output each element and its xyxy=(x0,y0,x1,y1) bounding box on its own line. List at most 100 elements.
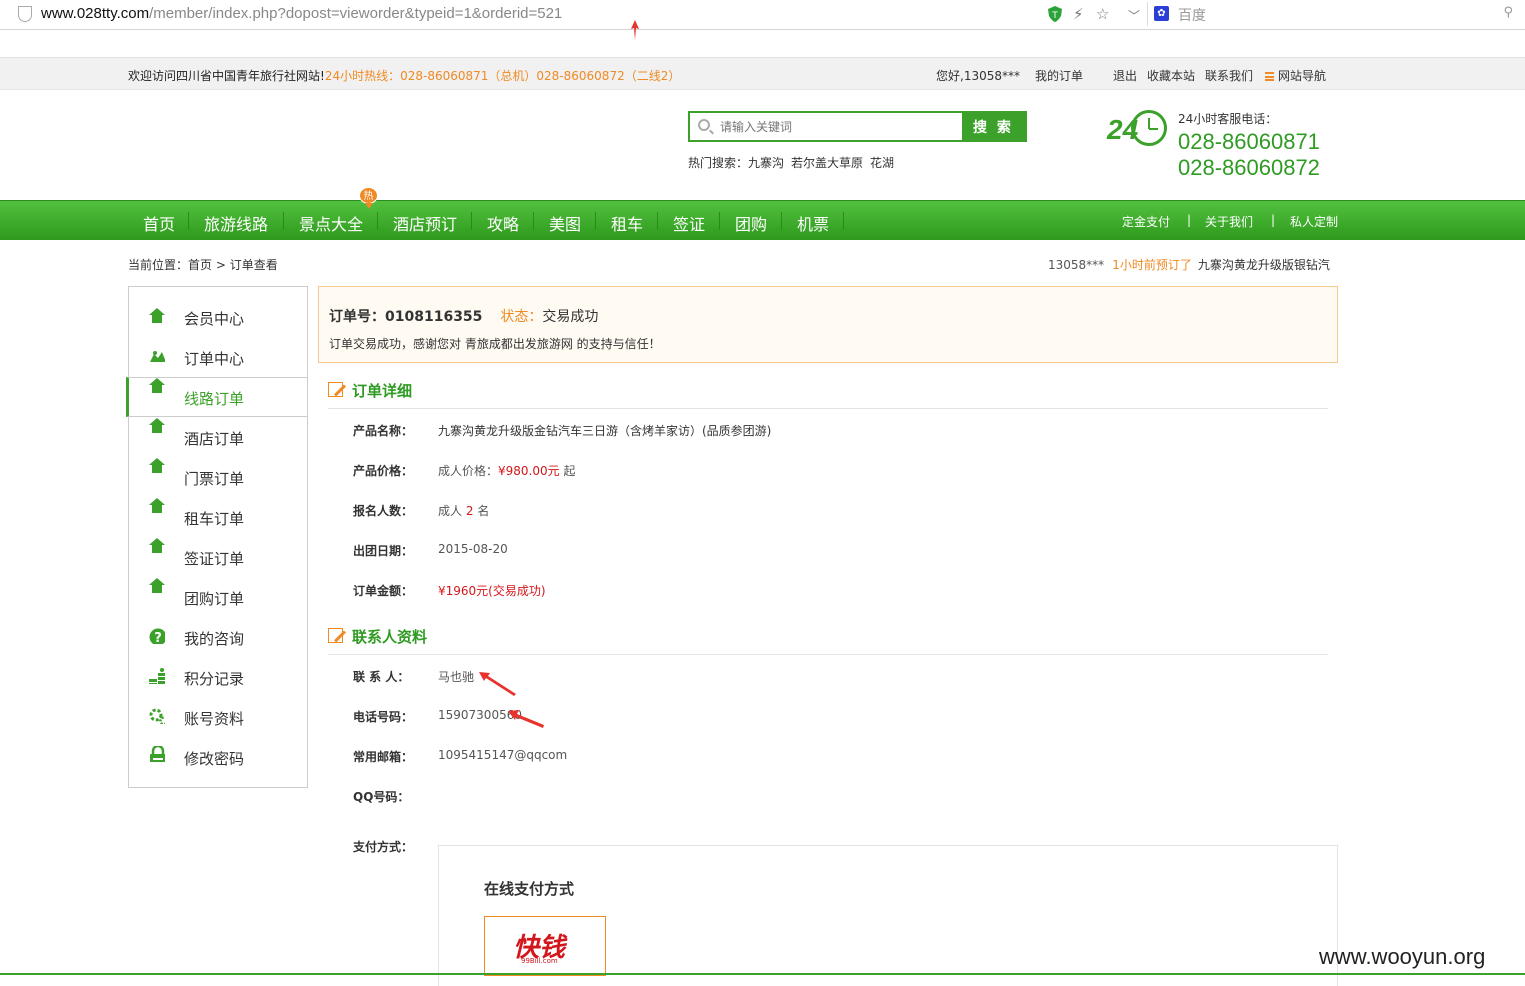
gear-icon xyxy=(149,708,165,724)
nav-separator: | xyxy=(1187,213,1192,227)
nav-attractions[interactable]: 景点大全 xyxy=(299,211,363,235)
contact-name: 马也驰 xyxy=(438,670,475,684)
service-label: 24小时客服电话： xyxy=(1178,112,1278,126)
edit-note-icon xyxy=(328,628,343,643)
home-icon xyxy=(149,378,165,394)
payment-box: 在线支付方式 快钱 99Bill.com xyxy=(438,845,1338,986)
people-label: 报名人数： xyxy=(353,504,414,518)
search-button[interactable]: 搜 索 xyxy=(962,113,1025,140)
browser-search-engine: 百度 xyxy=(1178,8,1206,24)
main-nav: 首页 旅游线路 景点大全 酒店预订 攻略 美图 租车 签证 团购 机票 定金支付… xyxy=(0,200,1525,240)
hot-term[interactable]: 若尔盖大草原 xyxy=(791,156,863,170)
price-value: 成人价格：¥980.00元 起 xyxy=(438,464,576,478)
sidebar-item-order-center[interactable]: 订单中心 xyxy=(129,338,307,376)
search-input[interactable] xyxy=(690,113,962,140)
sidebar-item-change-password[interactable]: 修改密码 xyxy=(129,738,307,776)
nav-about[interactable]: 关于我们 xyxy=(1205,213,1253,230)
contact-heading: 联系人资料 xyxy=(328,626,427,647)
nav-guides[interactable]: 攻略 xyxy=(487,211,519,235)
order-message: 订单交易成功，感谢您对 青旅成都出发旅游网 的支持与信任！ xyxy=(329,337,661,351)
question-icon: ? xyxy=(149,628,165,644)
hot-term[interactable]: 九寨沟 xyxy=(748,156,784,170)
hot-search: 热门搜索：九寨沟 若尔盖大草原 花湖 xyxy=(688,154,901,171)
nav-visa[interactable]: 签证 xyxy=(673,211,705,235)
member-sidebar: 会员中心 订单中心 线路订单 酒店订单 门票订单 租车订单 签证订单 团购订单 … xyxy=(126,286,308,788)
coins-icon xyxy=(149,668,165,684)
nav-group-buy[interactable]: 团购 xyxy=(735,211,767,235)
svg-text:?: ? xyxy=(154,631,162,644)
logout-link[interactable]: 退出 xyxy=(1113,67,1137,84)
footer-divider xyxy=(0,973,1525,975)
sidebar-item-account[interactable]: 账号资料 xyxy=(129,698,307,736)
red-annotation-arrow xyxy=(508,710,544,728)
payment-label: 支付方式： xyxy=(353,840,414,854)
hotline-text: 24小时热线：028-86060871（总机）028-86060872（二线2） xyxy=(324,69,681,83)
welcome-text: 欢迎访问四川省中国青年旅行社网站!24小时热线：028-86060871（总机）… xyxy=(128,69,681,83)
watermark: www.wooyun.org xyxy=(1319,944,1486,969)
browser-address-bar[interactable]: www.028tty.com/member/index.php?dopost=v… xyxy=(0,0,1525,30)
service-phone-1: 028-86060871 xyxy=(1178,129,1320,154)
sidebar-item-visa-orders[interactable]: 签证订单 xyxy=(129,538,307,576)
home-icon xyxy=(149,578,165,594)
nav-deposit-pay[interactable]: 定金支付 xyxy=(1122,213,1170,230)
home-icon xyxy=(149,498,165,514)
sidebar-item-member-center[interactable]: 会员中心 xyxy=(129,298,307,336)
order-status: 交易成功 xyxy=(542,309,599,325)
contact-link[interactable]: 联系我们 xyxy=(1205,67,1253,84)
edit-note-icon xyxy=(328,382,343,397)
nav-custom-tour[interactable]: 私人定制 xyxy=(1290,213,1338,230)
sidebar-item-car-orders[interactable]: 租车订单 xyxy=(129,498,307,536)
hot-search-label: 热门搜索： xyxy=(688,156,749,170)
sidebar-item-ticket-orders[interactable]: 门票订单 xyxy=(129,458,307,496)
nav-routes[interactable]: 旅游线路 xyxy=(204,211,268,235)
magnifier-icon[interactable]: ⚲ xyxy=(1503,5,1513,20)
greeting: 您好,13058*** xyxy=(936,69,1020,83)
star-icon[interactable]: ☆ xyxy=(1096,5,1109,23)
recent-booking-ticker: 13058*** 1小时前预订了 九寨沟黄龙升级版银钻汽 xyxy=(1048,256,1330,273)
home-icon xyxy=(149,308,165,324)
nav-car-rental[interactable]: 租车 xyxy=(611,211,643,235)
antivirus-shield-icon[interactable]: T xyxy=(1046,5,1064,23)
nav-home[interactable]: 首页 xyxy=(143,211,175,235)
breadcrumb: 当前位置：首页 > 订单查看 xyxy=(128,258,278,272)
home-icon xyxy=(149,418,165,434)
my-orders-link[interactable]: 我的订单 xyxy=(1035,67,1083,84)
nav-separator: | xyxy=(1271,213,1276,227)
sidebar-item-points[interactable]: 积分记录 xyxy=(129,658,307,696)
hot-badge: 热 xyxy=(359,187,378,209)
breadcrumb-current: 订单查看 xyxy=(229,258,278,272)
url-text[interactable]: www.028tty.com/member/index.php?dopost=v… xyxy=(41,5,562,22)
product-name: 九寨沟黄龙升级版金钻汽车三日游（含烤羊家访）(品质参团游) xyxy=(438,424,772,438)
qq-label: QQ号码： xyxy=(353,790,410,804)
kuaiqian-logo[interactable]: 快钱 99Bill.com xyxy=(484,916,606,976)
chevron-down-icon[interactable]: ﹀ xyxy=(1128,7,1140,24)
home-icon xyxy=(149,458,165,474)
lightning-icon[interactable]: ⚡ xyxy=(1073,5,1084,23)
sidebar-item-consultations[interactable]: ? 我的咨询 xyxy=(129,618,307,656)
sidebar-item-hotel-orders[interactable]: 酒店订单 xyxy=(129,418,307,456)
menu-icon xyxy=(1265,72,1274,81)
nav-hotels[interactable]: 酒店预订 xyxy=(393,211,457,235)
recent-title[interactable]: 九寨沟黄龙升级版银钻汽 xyxy=(1198,258,1330,272)
contact-name-label: 联 系 人： xyxy=(353,670,410,684)
hot-term[interactable]: 花湖 xyxy=(870,156,894,170)
map-icon xyxy=(150,351,165,362)
svg-text:T: T xyxy=(1051,11,1058,21)
favorite-link[interactable]: 收藏本站 xyxy=(1147,67,1195,84)
breadcrumb-home[interactable]: 首页 xyxy=(188,258,212,272)
sidebar-item-groupbuy-orders[interactable]: 团购订单 xyxy=(129,578,307,616)
site-nav-link[interactable]: 网站导航 xyxy=(1265,67,1326,84)
order-status-box: 订单号：0108116355 状态：交易成功 订单交易成功，感谢您对 青旅成都出发… xyxy=(318,286,1338,363)
nav-flights[interactable]: 机票 xyxy=(797,211,829,235)
sidebar-item-route-orders[interactable]: 线路订单 xyxy=(126,377,307,417)
red-annotation-arrow xyxy=(479,672,516,696)
lock-icon xyxy=(150,746,165,762)
browser-search-box[interactable]: ✿ 百度 ⚲ xyxy=(1147,2,1521,26)
email-value: 1095415147@qqcom xyxy=(438,748,568,762)
price-label: 产品价格： xyxy=(353,464,414,478)
amount-value: ¥1960元(交易成功) xyxy=(438,584,546,598)
nav-photos[interactable]: 美图 xyxy=(549,211,581,235)
date-value: 2015-08-20 xyxy=(438,542,508,556)
clock-icon: 24 xyxy=(1107,110,1167,160)
payment-title: 在线支付方式 xyxy=(484,880,575,898)
